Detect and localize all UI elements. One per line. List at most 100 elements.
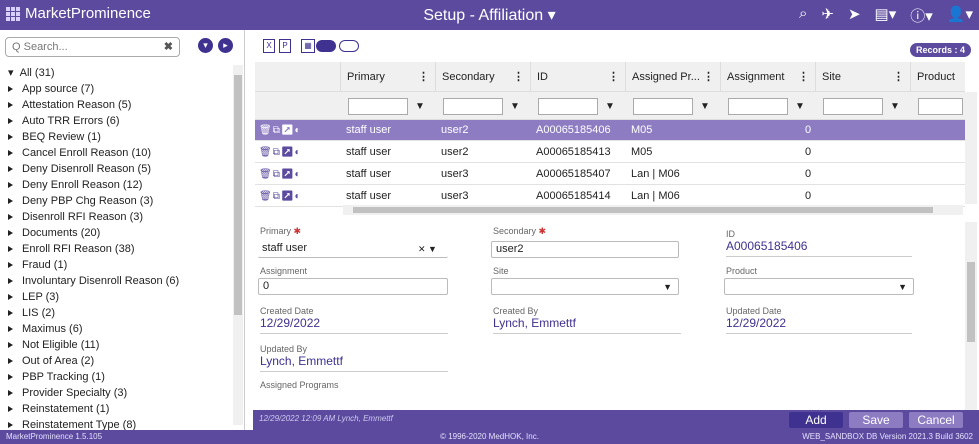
column-header-assignment[interactable]: Assignment ⋮ — [720, 62, 815, 92]
cell-primary: staff user — [346, 190, 392, 202]
cell-primary: staff user — [346, 168, 392, 180]
column-header-primary[interactable]: Primary ⋮ — [340, 62, 435, 92]
tree-item[interactable]: Attestation Reason (5) — [0, 97, 232, 113]
filter-icon[interactable]: ▼ — [605, 101, 615, 112]
cancel-button[interactable]: Cancel — [909, 412, 963, 428]
tree-item[interactable]: Deny Enroll Reason (12) — [0, 177, 232, 193]
expand-all-icon[interactable]: ▸ — [218, 38, 233, 53]
add-button[interactable]: Add — [789, 412, 843, 428]
grid-horizontal-scrollbar[interactable] — [343, 205, 963, 215]
column-menu-icon[interactable]: ⋮ — [893, 62, 904, 92]
row-actions[interactable]: 🗑⧉↗◐ — [259, 164, 302, 185]
assignment-field[interactable]: 0 — [258, 278, 448, 295]
cell-programs: Lan | M06 — [631, 190, 680, 202]
tree-item[interactable]: LEP (3) — [0, 289, 232, 305]
column-menu-icon[interactable]: ⋮ — [513, 62, 524, 92]
excel-export-icon[interactable]: X — [263, 39, 275, 53]
form-scroll-thumb[interactable] — [967, 262, 975, 342]
list-menu-icon[interactable]: ▤▾ — [875, 5, 897, 26]
assignment-label: Assignment — [260, 266, 308, 276]
filter-input-primary[interactable] — [348, 98, 408, 115]
assigned-programs-label: Assigned Programs — [260, 380, 339, 390]
tree-item[interactable]: Enroll RFI Reason (38) — [0, 241, 232, 257]
tree-item[interactable]: Out of Area (2) — [0, 353, 232, 369]
created-date-underline — [260, 333, 448, 334]
tree-item[interactable]: Not Eligible (11) — [0, 337, 232, 353]
info-icon[interactable]: ⓘ▾ — [910, 5, 933, 26]
search-input[interactable]: Q Search... ✖ — [5, 37, 180, 57]
cell-programs: Lan | M06 — [631, 168, 680, 180]
filter-input-programs[interactable] — [633, 98, 693, 115]
filter-input-product[interactable] — [918, 98, 963, 115]
tree-item[interactable]: Provider Specialty (3) — [0, 385, 232, 401]
row-actions[interactable]: 🗑⧉↗◐ — [259, 142, 302, 163]
column-header-assigned-programs[interactable]: Assigned Pr... ⋮ — [625, 62, 720, 92]
footer: MarketProminence 1.5.105 © 1996-2020 Med… — [0, 430, 979, 444]
tree-item[interactable]: Fraud (1) — [0, 257, 232, 273]
tree-item[interactable]: Documents (20) — [0, 225, 232, 241]
filter-input-site[interactable] — [823, 98, 883, 115]
table-row[interactable]: 🗑⧉↗◐ staff user user2 A00065185413 M05 0 — [255, 142, 965, 163]
filter-icon[interactable]: ▼ — [510, 101, 520, 112]
tree-item[interactable]: PBP Tracking (1) — [0, 369, 232, 385]
search-icon[interactable]: ⌕ — [799, 5, 807, 26]
save-button[interactable]: Save — [849, 412, 903, 428]
clear-search-icon[interactable]: ✖ — [164, 40, 173, 53]
tree-scroll-thumb[interactable] — [234, 75, 242, 315]
row-actions[interactable]: 🗑⧉↗◐ — [259, 120, 302, 141]
tree-item[interactable]: Auto TRR Errors (6) — [0, 113, 232, 129]
column-header-id[interactable]: ID ⋮ — [530, 62, 625, 92]
tree-item[interactable]: Deny PBP Chg Reason (3) — [0, 193, 232, 209]
toggle-on-icon[interactable] — [316, 40, 336, 52]
secondary-field[interactable]: user2 — [491, 241, 679, 258]
column-menu-icon[interactable]: ⋮ — [608, 62, 619, 92]
tree-item[interactable]: App source (7) — [0, 81, 232, 97]
tree-item[interactable]: Disenroll RFI Reason (3) — [0, 209, 232, 225]
filter-input-assignment[interactable] — [728, 98, 788, 115]
row-actions[interactable]: 🗑⧉↗◐ — [259, 186, 302, 207]
created-by-value: Lynch, Emmettf — [493, 316, 576, 330]
grid-hscroll-thumb[interactable] — [353, 207, 933, 213]
filter-input-id[interactable] — [538, 98, 598, 115]
product-select[interactable]: ▼ — [724, 278, 914, 295]
column-menu-icon[interactable]: ⋮ — [703, 62, 714, 92]
column-header-product[interactable]: Product — [910, 62, 965, 92]
cell-programs: M05 — [631, 146, 653, 158]
filter-input-secondary[interactable] — [443, 98, 503, 115]
column-menu-icon[interactable]: ⋮ — [418, 62, 429, 92]
grid-view-icon[interactable]: ▦ — [301, 39, 315, 53]
tree-item[interactable]: Maximus (6) — [0, 321, 232, 337]
toggle-off-icon[interactable] — [339, 40, 359, 52]
pdf-export-icon[interactable]: P — [279, 39, 291, 53]
collapse-all-icon[interactable]: ▾ — [198, 38, 213, 53]
cell-assignment: 0 — [805, 146, 812, 158]
created-by-label: Created By — [493, 306, 539, 316]
tree-item[interactable]: Reinstatement (1) — [0, 401, 232, 417]
tree-root[interactable]: ▾ All (31) — [0, 65, 232, 81]
filter-icon[interactable]: ▼ — [700, 101, 710, 112]
table-row[interactable]: 🗑⧉↗◐ staff user user3 A00065185414 Lan |… — [255, 186, 965, 207]
tree-item[interactable]: Deny Disenroll Reason (5) — [0, 161, 232, 177]
site-select[interactable]: ▼ — [491, 278, 679, 295]
table-row[interactable]: 🗑⧉↗◐ staff user user3 A00065185407 Lan |… — [255, 164, 965, 185]
form-scrollbar[interactable] — [965, 222, 977, 410]
send-icon[interactable]: ➤ — [848, 5, 861, 26]
column-header-secondary[interactable]: Secondary ⋮ — [435, 62, 530, 92]
table-row[interactable]: 🗑⧉↗◐ staff user user2 A00065185406 M05 0 — [255, 120, 965, 141]
column-menu-icon[interactable]: ⋮ — [798, 62, 809, 92]
tree-scrollbar[interactable] — [233, 65, 243, 425]
clear-icon[interactable]: ✕ ▼ — [418, 244, 437, 255]
filter-icon[interactable]: ▼ — [795, 101, 805, 112]
tree-item[interactable]: Involuntary Disenroll Reason (6) — [0, 273, 232, 289]
created-by-underline — [493, 333, 681, 334]
rocket-icon[interactable]: ✈ — [821, 5, 834, 26]
filter-icon[interactable]: ▼ — [415, 101, 425, 112]
tree-item[interactable]: Cancel Enroll Reason (10) — [0, 145, 232, 161]
cell-id: A00065185406 — [536, 124, 611, 136]
tree-item[interactable]: BEQ Review (1) — [0, 129, 232, 145]
tree-item[interactable]: LIS (2) — [0, 305, 232, 321]
user-icon[interactable]: 👤▾ — [947, 5, 973, 26]
column-header-site[interactable]: Site ⋮ — [815, 62, 910, 92]
filter-icon[interactable]: ▼ — [890, 101, 900, 112]
grid-vertical-scrollbar[interactable] — [965, 92, 977, 204]
